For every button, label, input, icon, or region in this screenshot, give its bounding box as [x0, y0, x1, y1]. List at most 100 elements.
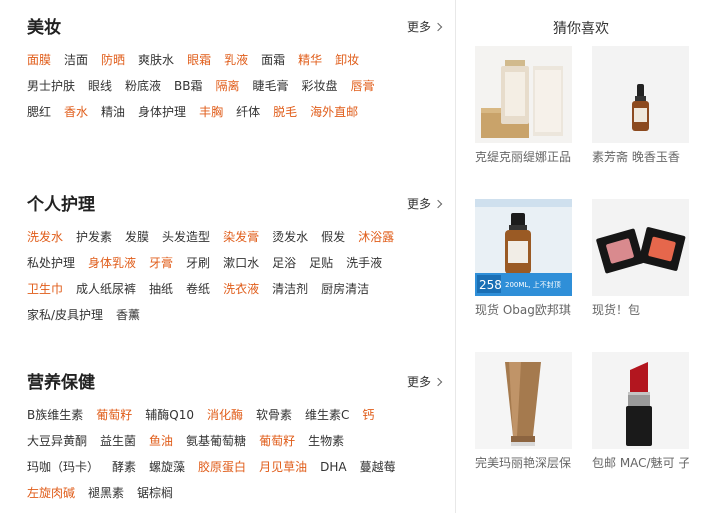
- category-link[interactable]: 精油: [101, 104, 125, 120]
- category-link[interactable]: 发膜: [125, 229, 149, 245]
- category-link[interactable]: 眼霜: [187, 52, 211, 68]
- more-link[interactable]: 更多: [407, 19, 443, 35]
- category-link[interactable]: 粉底液: [125, 78, 161, 94]
- category-link[interactable]: 辅酶Q10: [145, 407, 194, 423]
- tag-row: 玛咖（玛卡） 酵素 螺旋藻 胶原蛋白 月见草油 DHA 蔓越莓: [27, 459, 441, 485]
- blush-palette-image: [592, 199, 689, 296]
- product-card[interactable]: 完美玛丽艳深层保: [475, 352, 575, 471]
- category-link[interactable]: 丰胸: [199, 104, 223, 120]
- category-link[interactable]: 假发: [321, 229, 345, 245]
- tag-row: 腮红 香水 精油 身体护理 丰胸 纤体 脱毛 海外直邮: [27, 104, 441, 130]
- category-link[interactable]: 香薰: [116, 307, 140, 323]
- category-link[interactable]: 益生菌: [100, 433, 136, 449]
- category-link[interactable]: 家私/皮具护理: [27, 307, 103, 323]
- category-link[interactable]: 蔓越莓: [360, 459, 396, 475]
- category-link[interactable]: 脱毛: [273, 104, 297, 120]
- category-link[interactable]: 鱼油: [149, 433, 173, 449]
- category-link[interactable]: 彩妆盘: [302, 78, 338, 94]
- category-link[interactable]: 足浴: [272, 255, 296, 271]
- category-link[interactable]: 男士护肤: [27, 78, 75, 94]
- category-link[interactable]: 维生素C: [305, 407, 349, 423]
- category-link[interactable]: 卸妆: [335, 52, 359, 68]
- promo-price: 258: [479, 278, 502, 292]
- category-link[interactable]: 眼线: [88, 78, 112, 94]
- category-link[interactable]: 葡萄籽: [259, 433, 295, 449]
- category-link[interactable]: 锯棕榈: [137, 485, 173, 501]
- category-link[interactable]: 精华: [298, 52, 322, 68]
- category-link[interactable]: 面膜: [27, 52, 51, 68]
- category-link[interactable]: 卷纸: [186, 281, 210, 297]
- tag-row: 男士护肤 眼线 粉底液 BB霜 隔离 睫毛膏 彩妆盘 唇膏: [27, 78, 441, 104]
- category-link[interactable]: 洗衣液: [223, 281, 259, 297]
- category-link[interactable]: 面霜: [261, 52, 285, 68]
- category-link[interactable]: 爽肤水: [138, 52, 174, 68]
- category-link[interactable]: 成人纸尿裤: [76, 281, 136, 297]
- category-link[interactable]: 钙: [362, 407, 374, 423]
- tag-row: 私处护理 身体乳液 牙膏 牙刷 漱口水 足浴 足贴 洗手液: [27, 255, 441, 281]
- category-link[interactable]: 酵素: [112, 459, 136, 475]
- section-title: 美妆: [27, 18, 61, 38]
- category-link[interactable]: 洗发水: [27, 229, 63, 245]
- category-link[interactable]: 防晒: [101, 52, 125, 68]
- category-link[interactable]: 葡萄籽: [96, 407, 132, 423]
- category-link[interactable]: 乳液: [224, 52, 248, 68]
- product-card[interactable]: 现货！包: [592, 199, 692, 318]
- category-link[interactable]: 氨基葡萄糖: [186, 433, 246, 449]
- category-link[interactable]: 洁面: [64, 52, 88, 68]
- category-link[interactable]: 海外直邮: [310, 104, 358, 120]
- category-link[interactable]: 足贴: [309, 255, 333, 271]
- category-link[interactable]: 护发素: [76, 229, 112, 245]
- category-link[interactable]: 烫发水: [272, 229, 308, 245]
- category-link[interactable]: 牙膏: [149, 255, 173, 271]
- category-link[interactable]: 头发造型: [162, 229, 210, 245]
- category-link[interactable]: 胶原蛋白: [198, 459, 246, 475]
- category-link[interactable]: 身体护理: [138, 104, 186, 120]
- chevron-right-icon: [433, 22, 443, 32]
- category-link[interactable]: B族维生素: [27, 407, 83, 423]
- category-link[interactable]: 香水: [64, 104, 88, 120]
- category-link[interactable]: 卫生巾: [27, 281, 63, 297]
- product-card[interactable]: 258 200ML, 上不封顶 现货 Obag欧邦琪: [475, 199, 575, 318]
- category-link[interactable]: 牙刷: [186, 255, 210, 271]
- category-link[interactable]: 褪黑素: [88, 485, 124, 501]
- category-link[interactable]: 腮红: [27, 104, 51, 120]
- more-link[interactable]: 更多: [407, 374, 443, 390]
- chevron-right-icon: [433, 377, 443, 387]
- more-link[interactable]: 更多: [406, 196, 443, 212]
- category-link[interactable]: 软骨素: [256, 407, 292, 423]
- category-link[interactable]: BB霜: [174, 78, 202, 94]
- product-card[interactable]: 克缇克丽缇娜正品: [475, 46, 575, 165]
- category-link[interactable]: 睫毛膏: [253, 78, 289, 94]
- category-link[interactable]: 身体乳液: [88, 255, 136, 271]
- product-name: 包邮 MAC/魅可 子: [592, 456, 689, 470]
- more-label: 更多: [406, 197, 431, 211]
- category-link[interactable]: 厨房清洁: [321, 281, 369, 297]
- section-nutrition: 营养保健 更多 B族维生素 葡萄籽 辅酶Q10 消化酶 软骨素 维生素C 钙大豆异黄酮 益生菌…: [27, 372, 443, 511]
- category-panel: 美妆 更多 面膜 洁面 防晒 爽肤水 眼霜 乳液 面霜 精华 卸妆男士护肤 眼线 粉底液 BB霜 隔离睫…: [0, 0, 455, 513]
- category-link[interactable]: 漱口水: [223, 255, 259, 271]
- tag-rows: 洗发水 护发素 发膜 头发造型 染发膏 烫发水 假发 沐浴露私处护理 身体乳液 牙膏 牙刷 漱口水 足浴…: [27, 229, 441, 333]
- product-card[interactable]: 包邮 MAC/魅可 子: [592, 352, 692, 471]
- category-link[interactable]: DHA: [320, 459, 346, 475]
- category-link[interactable]: 沐浴露: [358, 229, 394, 245]
- category-link[interactable]: 清洁剂: [272, 281, 308, 297]
- category-link[interactable]: 抽纸: [149, 281, 173, 297]
- category-link[interactable]: 螺旋藻: [149, 459, 185, 475]
- category-link[interactable]: 私处护理: [27, 255, 75, 271]
- section-title: 个人护理: [27, 195, 95, 215]
- category-link[interactable]: 大豆异黄酮: [27, 433, 87, 449]
- category-link[interactable]: 纤体: [236, 104, 260, 120]
- category-link[interactable]: 洗手液: [346, 255, 382, 271]
- promo-text: 200ML, 上不封顶: [505, 280, 561, 289]
- category-link[interactable]: 隔离: [216, 78, 240, 94]
- tag-rows: 面膜 洁面 防晒 爽肤水 眼霜 乳液 面霜 精华 卸妆男士护肤 眼线 粉底液 BB霜 隔离 睫毛膏 彩妆盘唇…: [27, 52, 441, 130]
- category-link[interactable]: 生物素: [308, 433, 344, 449]
- category-link[interactable]: 月见草油: [259, 459, 307, 475]
- category-link[interactable]: 染发膏: [223, 229, 259, 245]
- tag-row: B族维生素 葡萄籽 辅酶Q10 消化酶 软骨素 维生素C 钙: [27, 407, 441, 433]
- category-link[interactable]: 唇膏: [351, 78, 375, 94]
- category-link[interactable]: 左旋肉碱: [27, 485, 75, 501]
- product-card[interactable]: 素芳斋 晚香玉香: [592, 46, 692, 165]
- category-link[interactable]: 玛咖（玛卡）: [27, 459, 99, 475]
- category-link[interactable]: 消化酶: [207, 407, 243, 423]
